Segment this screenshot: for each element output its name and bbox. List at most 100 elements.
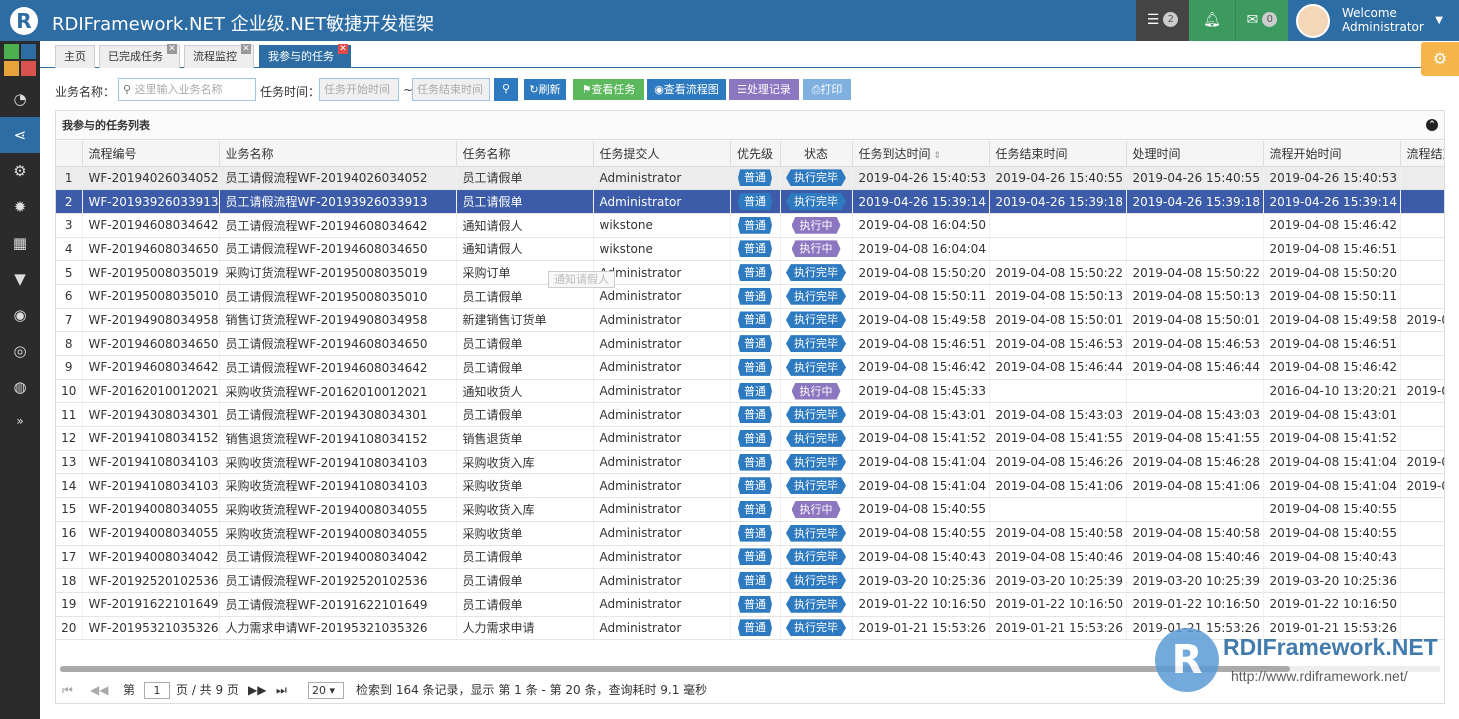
priority-cell: 普通	[730, 497, 781, 522]
prev-page-icon[interactable]: ◀◀	[90, 677, 108, 704]
table-row[interactable]: 14 WF-20194108034103 采购收货流程WF-201941080341…	[56, 473, 1444, 499]
first-page-icon[interactable]: ⏮	[62, 677, 73, 704]
row-number: 2	[56, 189, 83, 214]
arrival-time-cell: 2019-04-08 15:40:55	[852, 521, 990, 546]
table-row[interactable]: 5 WF-20195008035019 采购订货流程WF-2019500803501…	[56, 260, 1444, 285]
tasks-button[interactable]: ☰ 2	[1136, 0, 1189, 41]
business-name-input[interactable]: ⚲ 这里输入业务名称	[118, 78, 256, 101]
table-row[interactable]: 6 WF-20195008035010 员工请假流程WF-2019500803501…	[56, 284, 1444, 309]
status-cell: 执行完毕	[780, 592, 853, 617]
next-page-icon[interactable]: ▶▶	[248, 677, 266, 704]
row-number: 6	[56, 284, 83, 309]
page-number-input[interactable]: 1	[144, 682, 170, 699]
close-icon[interactable]: ✕	[338, 44, 348, 54]
task-table: 流程编号 业务名称 任务名称 任务提交人 优先级 状态 任务到达时间 ⇕ 任务结…	[56, 141, 1444, 641]
view-flowchart-button[interactable]: ◉查看流程图	[647, 79, 726, 100]
column-header[interactable]: 流程开始时间	[1263, 141, 1401, 167]
table-row[interactable]: 15 WF-20194008034055 采购收货流程WF-201940080340…	[56, 497, 1444, 522]
eye-icon[interactable]: ◎	[0, 333, 40, 369]
print-button[interactable]: ⎙打印	[803, 79, 851, 100]
view-task-button[interactable]: ⚑查看任务	[573, 79, 644, 100]
end-time-input[interactable]: 任务结束时间	[412, 78, 490, 101]
mail-button[interactable]: ✉ 0	[1235, 0, 1288, 41]
print-label: 打印	[820, 83, 843, 96]
flow-start-cell: 2019-04-08 15:40:43	[1263, 545, 1401, 570]
settings-gear-icon[interactable]: ⚙	[1421, 42, 1459, 76]
business-name-label: 业务名称：	[55, 85, 116, 99]
process-records-button[interactable]: ☰处理记录	[729, 79, 799, 100]
table-row[interactable]: 9 WF-20194608034642 员工请假流程WF-2019460803464…	[56, 355, 1444, 380]
table-row[interactable]: 13 WF-20194108034103 采购收货流程WF-201941080341…	[56, 450, 1444, 475]
task-name-cell: 员工请假单	[456, 402, 594, 428]
table-row[interactable]: 17 WF-20194008034042 员工请假流程WF-201940080340…	[56, 545, 1444, 570]
gear-icon[interactable]: ✹	[0, 189, 40, 225]
column-header[interactable]: 流程结束	[1400, 141, 1444, 167]
flow-start-cell: 2019-04-08 15:46:42	[1263, 355, 1401, 380]
column-header[interactable]: 处理时间	[1126, 141, 1264, 167]
end-time-cell: 2019-01-21 15:53:26	[989, 616, 1127, 641]
scrollbar-thumb[interactable]	[60, 666, 1290, 672]
sort-icon: ⇕	[930, 150, 941, 161]
table-row[interactable]: 3 WF-20194608034642 员工请假流程WF-2019460803464…	[56, 213, 1444, 238]
status-badge: 执行中	[791, 500, 841, 518]
close-icon[interactable]: ✕	[241, 44, 251, 54]
task-grid: 流程编号 业务名称 任务名称 任务提交人 优先级 状态 任务到达时间 ⇕ 任务结…	[56, 141, 1444, 661]
table-row[interactable]: 7 WF-20194908034958 销售订货流程WF-2019490803495…	[56, 308, 1444, 333]
tiles-icon[interactable]	[4, 44, 36, 76]
table-row[interactable]: 12 WF-20194108034152 销售退货流程WF-201941080341…	[56, 426, 1444, 451]
flow-end-cell	[1400, 284, 1444, 309]
dashboard-icon[interactable]: ◔	[0, 81, 40, 117]
table-row[interactable]: 18 WF-20192520102536 员工请假流程WF-201925201025…	[56, 568, 1444, 593]
calendar-icon[interactable]: ▦	[0, 225, 40, 261]
share-icon[interactable]: ⋖	[0, 117, 40, 153]
tasks-badge: 2	[1163, 12, 1179, 27]
tab-monitor[interactable]: 流程监控 ✕	[184, 44, 254, 68]
end-time-cell	[989, 379, 1127, 404]
notifications-button[interactable]: 🔔︎	[1189, 0, 1235, 41]
chat-icon[interactable]: ◉	[0, 297, 40, 333]
start-time-input[interactable]: 任务开始时间	[319, 78, 399, 101]
collapse-icon[interactable]: ⌃	[1426, 119, 1438, 131]
table-row[interactable]: 10 WF-20162010012021 采购收货流程WF-201620100120…	[56, 379, 1444, 404]
table-row[interactable]: 4 WF-20194608034650 员工请假流程WF-2019460803465…	[56, 237, 1444, 262]
tab-completed[interactable]: 已完成任务 ✕	[99, 44, 180, 68]
close-icon[interactable]: ✕	[167, 44, 177, 54]
table-row[interactable]: 19 WF-20191622101649 员工请假流程WF-201916221016…	[56, 592, 1444, 617]
process-id-cell: WF-20194608034642	[82, 213, 220, 238]
table-row[interactable]: 8 WF-20194608034650 员工请假流程WF-2019460803465…	[56, 331, 1444, 356]
column-header-sorted[interactable]: 任务到达时间 ⇕	[852, 141, 990, 167]
search-button[interactable]: ⚲	[494, 78, 518, 101]
table-row[interactable]: 16 WF-20194008034055 采购收货流程WF-201940080340…	[56, 521, 1444, 546]
business-name-cell: 采购收货流程WF-20162010012021	[219, 379, 457, 404]
user-menu[interactable]: Welcome Administrator ▼	[1288, 0, 1459, 41]
refresh-button[interactable]: ↻刷新	[524, 79, 566, 100]
business-name-cell: 员工请假流程WF-20194608034642	[219, 355, 457, 380]
arrival-time-cell: 2019-04-08 15:46:42	[852, 355, 990, 380]
tab-label: 已完成任务	[108, 50, 163, 63]
column-header[interactable]: 任务结束时间	[989, 141, 1127, 167]
column-header[interactable]: 任务名称	[456, 141, 594, 167]
table-row[interactable]: 11 WF-20194308034301 员工请假流程WF-201943080343…	[56, 402, 1444, 428]
priority-cell: 普通	[730, 450, 781, 475]
page-size-select[interactable]: 20 ▾	[308, 682, 344, 699]
tab-home[interactable]: 主页	[55, 45, 95, 68]
last-page-icon[interactable]: ⏭	[276, 677, 287, 704]
table-row[interactable]: 2 WF-20193926033913 员工请假流程WF-2019392603391…	[56, 189, 1444, 214]
table-row[interactable]: 1 WF-20194026034052 员工请假流程WF-2019402603405…	[56, 166, 1444, 191]
process-id-cell: WF-20195008035010	[82, 284, 220, 309]
end-time-cell: 2019-04-08 15:50:13	[989, 284, 1127, 309]
expand-icon[interactable]: »	[0, 403, 40, 439]
column-header[interactable]: 业务名称	[219, 141, 457, 167]
column-header[interactable]: 流程编号	[82, 141, 220, 167]
globe-icon[interactable]: ◍	[0, 369, 40, 405]
tab-my-tasks[interactable]: 我参与的任务 ✕	[259, 44, 351, 68]
filter-icon[interactable]: ▼	[0, 261, 40, 297]
column-header[interactable]: 状态	[780, 141, 853, 167]
business-name-cell: 员工请假流程WF-20194608034650	[219, 237, 457, 262]
column-header[interactable]: 任务提交人	[593, 141, 731, 167]
cogs-icon[interactable]: ⚙	[0, 153, 40, 189]
row-number: 15	[56, 497, 83, 522]
task-name-cell: 销售退货单	[456, 426, 594, 451]
column-header[interactable]: 优先级	[730, 141, 781, 167]
welcome-text: Welcome	[1342, 6, 1397, 20]
